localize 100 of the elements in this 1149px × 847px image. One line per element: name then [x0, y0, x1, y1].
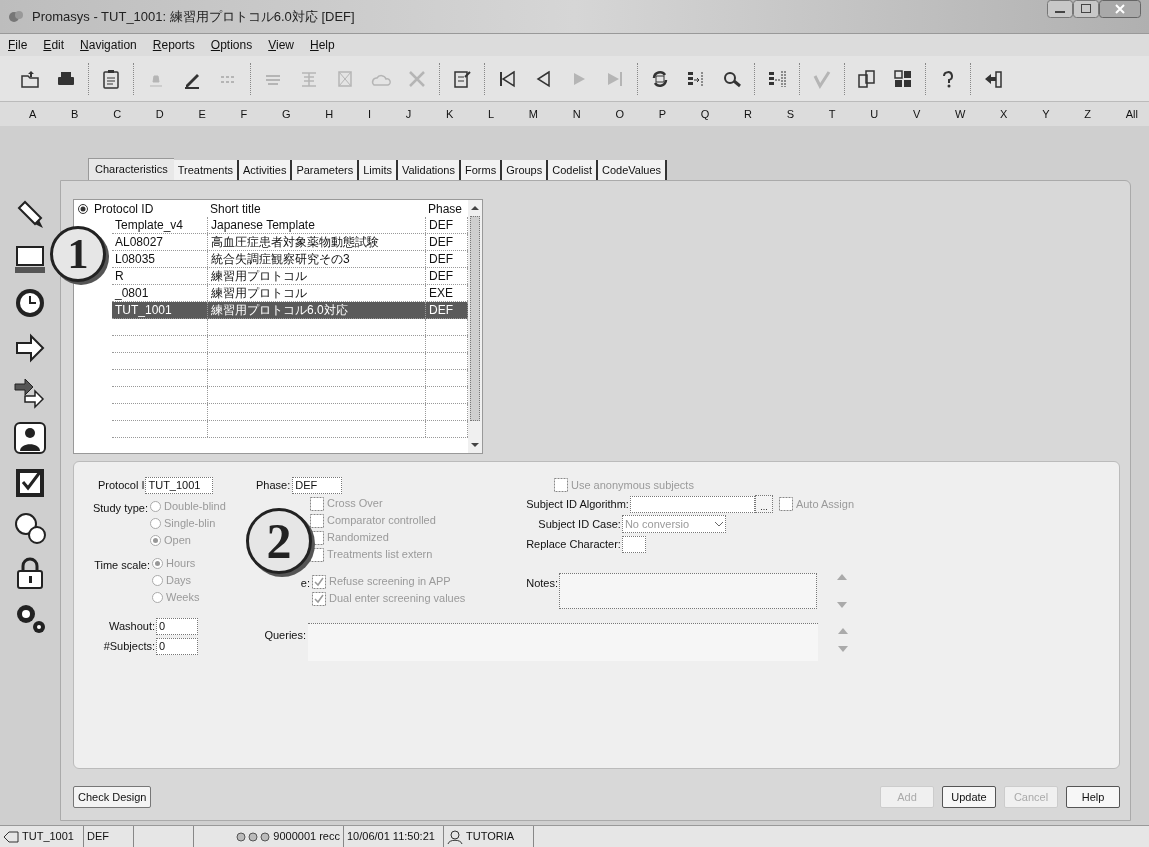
letter-filter-link[interactable]: X — [999, 105, 1009, 123]
input-field[interactable]: DEF — [292, 476, 343, 494]
letter-filter-link[interactable]: V — [911, 105, 922, 123]
tab[interactable]: Characteristics — [88, 158, 174, 180]
letter-filter-link[interactable]: R — [743, 105, 753, 123]
clipboard-icon[interactable] — [100, 67, 122, 90]
checkbox[interactable] — [778, 497, 793, 511]
table-row[interactable]: R 練習用プロトコル DEF — [112, 268, 468, 285]
letter-filter-link[interactable]: D — [154, 105, 165, 123]
tab[interactable]: Codelist — [548, 160, 598, 180]
person-icon[interactable] — [13, 421, 47, 455]
letter-filter-link[interactable]: Q — [699, 105, 711, 123]
letter-filter-link[interactable]: E — [197, 105, 207, 123]
letter-filter-link[interactable]: I — [366, 105, 372, 123]
menu-item[interactable]: View — [268, 36, 294, 54]
scroll-down-icon[interactable] — [471, 441, 479, 449]
radio-button[interactable] — [150, 535, 161, 546]
scroll-up-icon[interactable] — [471, 204, 479, 212]
menu-item[interactable]: Help — [310, 36, 335, 54]
checkbox[interactable] — [554, 478, 568, 492]
browse-button[interactable]: ... — [754, 495, 773, 513]
check-design-button[interactable]: Check Design — [73, 786, 152, 808]
letter-filter-link[interactable]: M — [527, 105, 539, 123]
menu-item[interactable]: Reports — [152, 36, 195, 54]
menu-item[interactable]: Options — [210, 36, 253, 54]
menu-item[interactable]: Edit — [43, 36, 65, 54]
checkbox-icon[interactable] — [13, 466, 47, 500]
table-row[interactable]: Template_v4 Japanese Template DEF — [112, 217, 468, 234]
table-cell: Japanese Template — [208, 217, 426, 233]
letter-filter-link[interactable]: K — [444, 105, 455, 123]
letter-filter-link[interactable]: N — [571, 105, 582, 123]
grid-icon[interactable] — [892, 67, 914, 90]
column-header[interactable]: Short title — [210, 199, 261, 218]
checkbox-label: Auto Assign — [795, 496, 854, 512]
checkbox[interactable] — [310, 496, 324, 511]
letter-filter-link[interactable]: F — [239, 105, 249, 123]
circles-icon — [236, 831, 271, 842]
tab[interactable]: Groups — [502, 160, 549, 180]
letter-filter-link[interactable]: A — [28, 105, 38, 123]
queries-field[interactable] — [308, 623, 818, 661]
column-header[interactable]: Protocol ID — [94, 199, 154, 218]
scroll-thumb[interactable] — [470, 216, 480, 421]
menu-item[interactable]: Navigation — [80, 36, 137, 54]
letter-filter-link[interactable]: O — [614, 105, 625, 123]
tab[interactable]: Parameters — [292, 160, 360, 180]
tab[interactable]: Forms — [461, 160, 503, 180]
letter-filter-link[interactable]: Y — [1041, 105, 1051, 123]
checkbox-label: Cross Over — [327, 496, 383, 512]
action-button[interactable]: Help — [1066, 786, 1120, 808]
radio-button[interactable] — [152, 592, 163, 603]
status-text: TUT_1001 — [22, 829, 74, 845]
radio-button[interactable] — [150, 518, 161, 529]
scrollbar[interactable] — [468, 200, 482, 453]
coins-icon[interactable] — [13, 511, 47, 545]
letter-filter-link[interactable]: C — [112, 105, 123, 123]
radio-button[interactable] — [152, 558, 163, 569]
close-icon[interactable] — [1099, 0, 1141, 18]
letter-filter-link[interactable]: B — [70, 105, 80, 123]
tab[interactable]: CodeValues — [598, 160, 668, 180]
radio-button[interactable] — [152, 575, 163, 586]
letter-filter-link[interactable]: J — [404, 105, 413, 123]
arrow-icon[interactable] — [13, 331, 47, 365]
double-arrow-icon[interactable] — [13, 376, 47, 410]
letter-filter-link[interactable]: G — [281, 105, 292, 123]
letter-filter-link[interactable]: Z — [1083, 105, 1092, 123]
input-field[interactable]: TUT_1001 — [145, 476, 214, 494]
notes-field[interactable] — [559, 573, 817, 609]
clock-icon[interactable] — [13, 286, 47, 320]
letter-filter-link[interactable]: H — [324, 105, 335, 123]
letter-filter-link[interactable]: L — [487, 105, 496, 123]
input-field[interactable] — [629, 495, 755, 513]
minimize-icon[interactable] — [1047, 0, 1073, 18]
column-header[interactable]: Phase — [428, 199, 463, 218]
letter-filter-link[interactable]: All — [1124, 105, 1139, 123]
letter-filter-link[interactable]: U — [869, 105, 880, 123]
letter-filter-link[interactable]: P — [657, 105, 668, 123]
field-label: #Subjects: — [102, 638, 156, 654]
pages-icon[interactable] — [856, 67, 878, 90]
field-label: Subject ID Algorithm: — [525, 496, 629, 512]
checkbox[interactable] — [310, 513, 324, 528]
tab[interactable]: Treatments — [173, 160, 239, 180]
table-row[interactable]: TUT_1001 練習用プロトコル6.0対応 DEF — [112, 302, 468, 319]
maximize-icon[interactable] — [1073, 0, 1099, 18]
table-row[interactable]: L08035 統合失調症観察研究その3 DEF — [112, 251, 468, 268]
tab[interactable]: Validations — [398, 160, 461, 180]
input-field[interactable]: 0 — [156, 637, 198, 655]
checkbox[interactable] — [312, 574, 326, 589]
checkbox[interactable] — [312, 591, 326, 606]
letter-filter-link[interactable]: T — [827, 105, 837, 123]
tab[interactable]: Activities — [239, 160, 293, 180]
action-button[interactable]: Update — [942, 786, 996, 808]
radio-icon — [78, 203, 88, 214]
input-field[interactable] — [621, 535, 646, 553]
menu-item[interactable]: File — [8, 36, 28, 54]
tab[interactable]: Limits — [359, 160, 398, 180]
radio-button[interactable] — [150, 501, 161, 512]
letter-filter-link[interactable]: S — [785, 105, 796, 123]
table-row[interactable]: AL08027 高血圧症患者対象薬物動態試験 DEF — [112, 234, 468, 251]
letter-filter-link[interactable]: W — [953, 105, 967, 123]
input-field[interactable]: 0 — [156, 617, 198, 635]
